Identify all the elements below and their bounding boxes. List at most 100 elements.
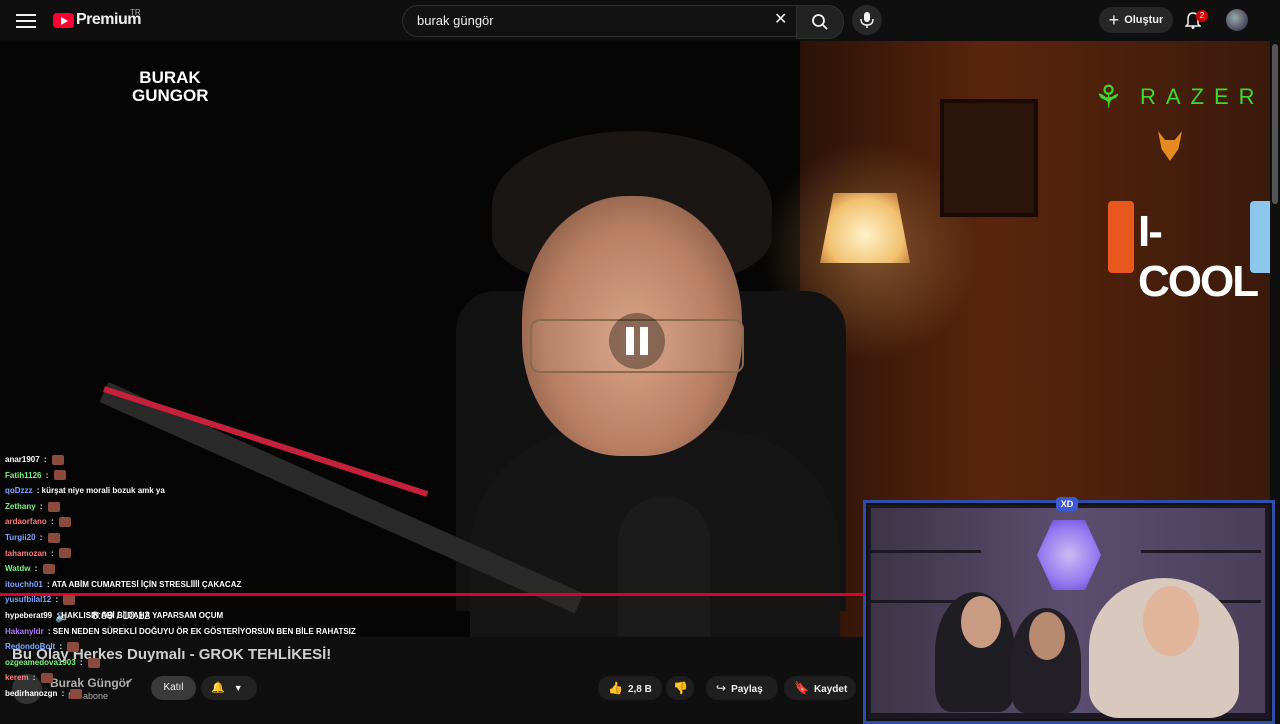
clear-search-icon[interactable]: ✕ bbox=[774, 10, 787, 30]
microphone bbox=[618, 496, 710, 637]
icool-can-icon bbox=[1108, 201, 1134, 273]
chat-separator: : bbox=[37, 501, 45, 511]
chat-separator: : bbox=[48, 548, 56, 558]
shelf bbox=[1141, 550, 1261, 553]
like-count: 2,8 B bbox=[627, 684, 652, 695]
emote-icon bbox=[51, 454, 64, 465]
chat-message: qoDzzz : kürşat niye morali bozuk amk ya bbox=[0, 483, 330, 499]
chat-message: kerem : bbox=[0, 670, 330, 686]
pause-icon[interactable] bbox=[609, 313, 665, 369]
chat-separator: : bbox=[48, 517, 56, 527]
thumbs-down-icon: 👎 bbox=[673, 681, 688, 695]
chat-text: kürşat niye morali bozuk amk ya bbox=[41, 486, 165, 496]
lamp bbox=[820, 193, 910, 263]
streamer-face bbox=[1029, 612, 1065, 660]
chat-message: ardaorfano : bbox=[0, 514, 330, 530]
chat-message: Fatih1126 : bbox=[0, 468, 330, 484]
chat-message: bedirhanozgn : bbox=[0, 686, 330, 702]
emote-icon bbox=[47, 501, 60, 512]
share-label: Paylaş bbox=[731, 684, 763, 695]
share-button[interactable]: ↪ Paylaş bbox=[706, 676, 778, 700]
emote-icon bbox=[63, 595, 76, 606]
youtube-premium-logo[interactable]: Premium bbox=[53, 11, 141, 29]
chat-message: tahamozan : bbox=[0, 546, 330, 562]
chat-separator: : bbox=[30, 673, 38, 683]
top-bar: Premium TR ✕ + Oluştur 2 bbox=[0, 0, 1280, 41]
search-button[interactable] bbox=[796, 5, 844, 39]
chat-username: Watdw bbox=[5, 564, 31, 574]
streamer-face bbox=[961, 596, 1001, 648]
chat-username: Hakanyldr bbox=[5, 626, 44, 636]
chat-separator: : bbox=[57, 642, 65, 652]
thumbs-up-icon: 👍 bbox=[608, 681, 623, 695]
chat-separator: : bbox=[59, 688, 67, 698]
shelf bbox=[871, 550, 981, 553]
chat-message: yusufbilal12 : bbox=[0, 592, 330, 608]
notification-badge: 2 bbox=[1196, 10, 1208, 22]
chat-text: HAKLISIN ABİ Bİ DAHA YAPARSAM OÇUM bbox=[61, 610, 224, 620]
voice-search-button[interactable] bbox=[852, 5, 882, 35]
emote-icon bbox=[58, 517, 71, 528]
chat-username: hypeberat99 bbox=[5, 610, 53, 620]
webcam-room bbox=[871, 508, 1265, 718]
chat-username: itouchh01 bbox=[5, 579, 43, 589]
save-button[interactable]: 🔖 Kaydet bbox=[784, 676, 856, 700]
save-label: Kaydet bbox=[813, 684, 848, 695]
region-label: TR bbox=[130, 8, 141, 17]
chat-separator: : bbox=[77, 657, 85, 667]
chat-separator: : bbox=[53, 595, 61, 605]
youtube-logo-icon bbox=[53, 12, 74, 28]
menu-icon[interactable] bbox=[14, 10, 38, 32]
chat-separator: : bbox=[34, 486, 42, 496]
emote-icon bbox=[87, 657, 100, 668]
chat-message: Zethany : bbox=[0, 499, 330, 515]
webcam-overlay bbox=[863, 500, 1275, 724]
search-box bbox=[402, 5, 797, 37]
razer-text: RAZER bbox=[1140, 84, 1265, 109]
emote-icon bbox=[69, 688, 82, 699]
emote-icon bbox=[47, 532, 60, 543]
create-button[interactable]: + Oluştur bbox=[1099, 7, 1173, 33]
emote-icon bbox=[58, 548, 71, 559]
chat-message: Turgii20 : bbox=[0, 530, 330, 546]
chat-message: RedondoBolt : bbox=[0, 639, 330, 655]
emote-icon bbox=[42, 564, 55, 575]
save-icon: 🔖 bbox=[794, 681, 809, 695]
chat-username: ardaorfano bbox=[5, 517, 47, 527]
chat-username: bedirhanozgn bbox=[5, 688, 58, 698]
chat-username: yusufbilal12 bbox=[5, 595, 52, 605]
chat-username: ozgeamedova1903 bbox=[5, 657, 76, 667]
chat-text: SEN NEDEN SÜREKLİ DOĞUYU ÖR EK GÖSTERİYO… bbox=[52, 626, 356, 636]
scrollbar-thumb[interactable] bbox=[1272, 44, 1278, 204]
account-avatar[interactable] bbox=[1226, 9, 1248, 31]
like-button[interactable]: 👍 2,8 B bbox=[598, 676, 662, 700]
emote-icon bbox=[53, 470, 66, 481]
chat-separator: : bbox=[37, 532, 45, 542]
chat-username: anar1907 bbox=[5, 455, 40, 464]
chat-message: hypeberat99 : HAKLISIN ABİ Bİ DAHA YAPAR… bbox=[0, 608, 330, 624]
wall-frame bbox=[940, 99, 1038, 217]
watermark-line2: GUNGOR bbox=[132, 86, 209, 105]
hex-light-panel bbox=[1037, 520, 1101, 590]
search-icon bbox=[812, 14, 828, 30]
plus-icon: + bbox=[1108, 10, 1120, 30]
chat-message: Watdw : bbox=[0, 561, 330, 577]
razer-snake-icon: ⚘ bbox=[1094, 79, 1123, 115]
razer-sponsor-logo: ⚘ RAZER bbox=[1094, 77, 1265, 117]
webcam-badge: XD bbox=[1056, 497, 1078, 511]
mic-icon bbox=[860, 12, 874, 28]
chat-separator: : bbox=[45, 626, 53, 636]
icool-sponsor-logo: I-COOL bbox=[1108, 201, 1270, 306]
watermark-line1: BURAK bbox=[139, 68, 201, 87]
create-label: Oluştur bbox=[1124, 14, 1164, 26]
chat-separator: : bbox=[41, 455, 49, 464]
dislike-button[interactable]: 👎 bbox=[666, 676, 694, 700]
chat-username: Turgii20 bbox=[5, 532, 36, 542]
chat-separator: : bbox=[32, 564, 40, 574]
chat-overlay: anar1907 : Fatih1126 : qoDzzz : kürşat n… bbox=[0, 452, 356, 720]
search-input[interactable] bbox=[415, 12, 759, 29]
channel-watermark-logo: BURAK GUNGOR bbox=[132, 68, 209, 109]
streamer-face bbox=[1143, 586, 1199, 656]
chat-text: ATA ABİM CUMARTESİ İÇİN STRESLİİİİ ÇAKAC… bbox=[51, 579, 242, 589]
chat-message: itouchh01 : ATA ABİM CUMARTESİ İÇİN STRE… bbox=[0, 577, 330, 593]
